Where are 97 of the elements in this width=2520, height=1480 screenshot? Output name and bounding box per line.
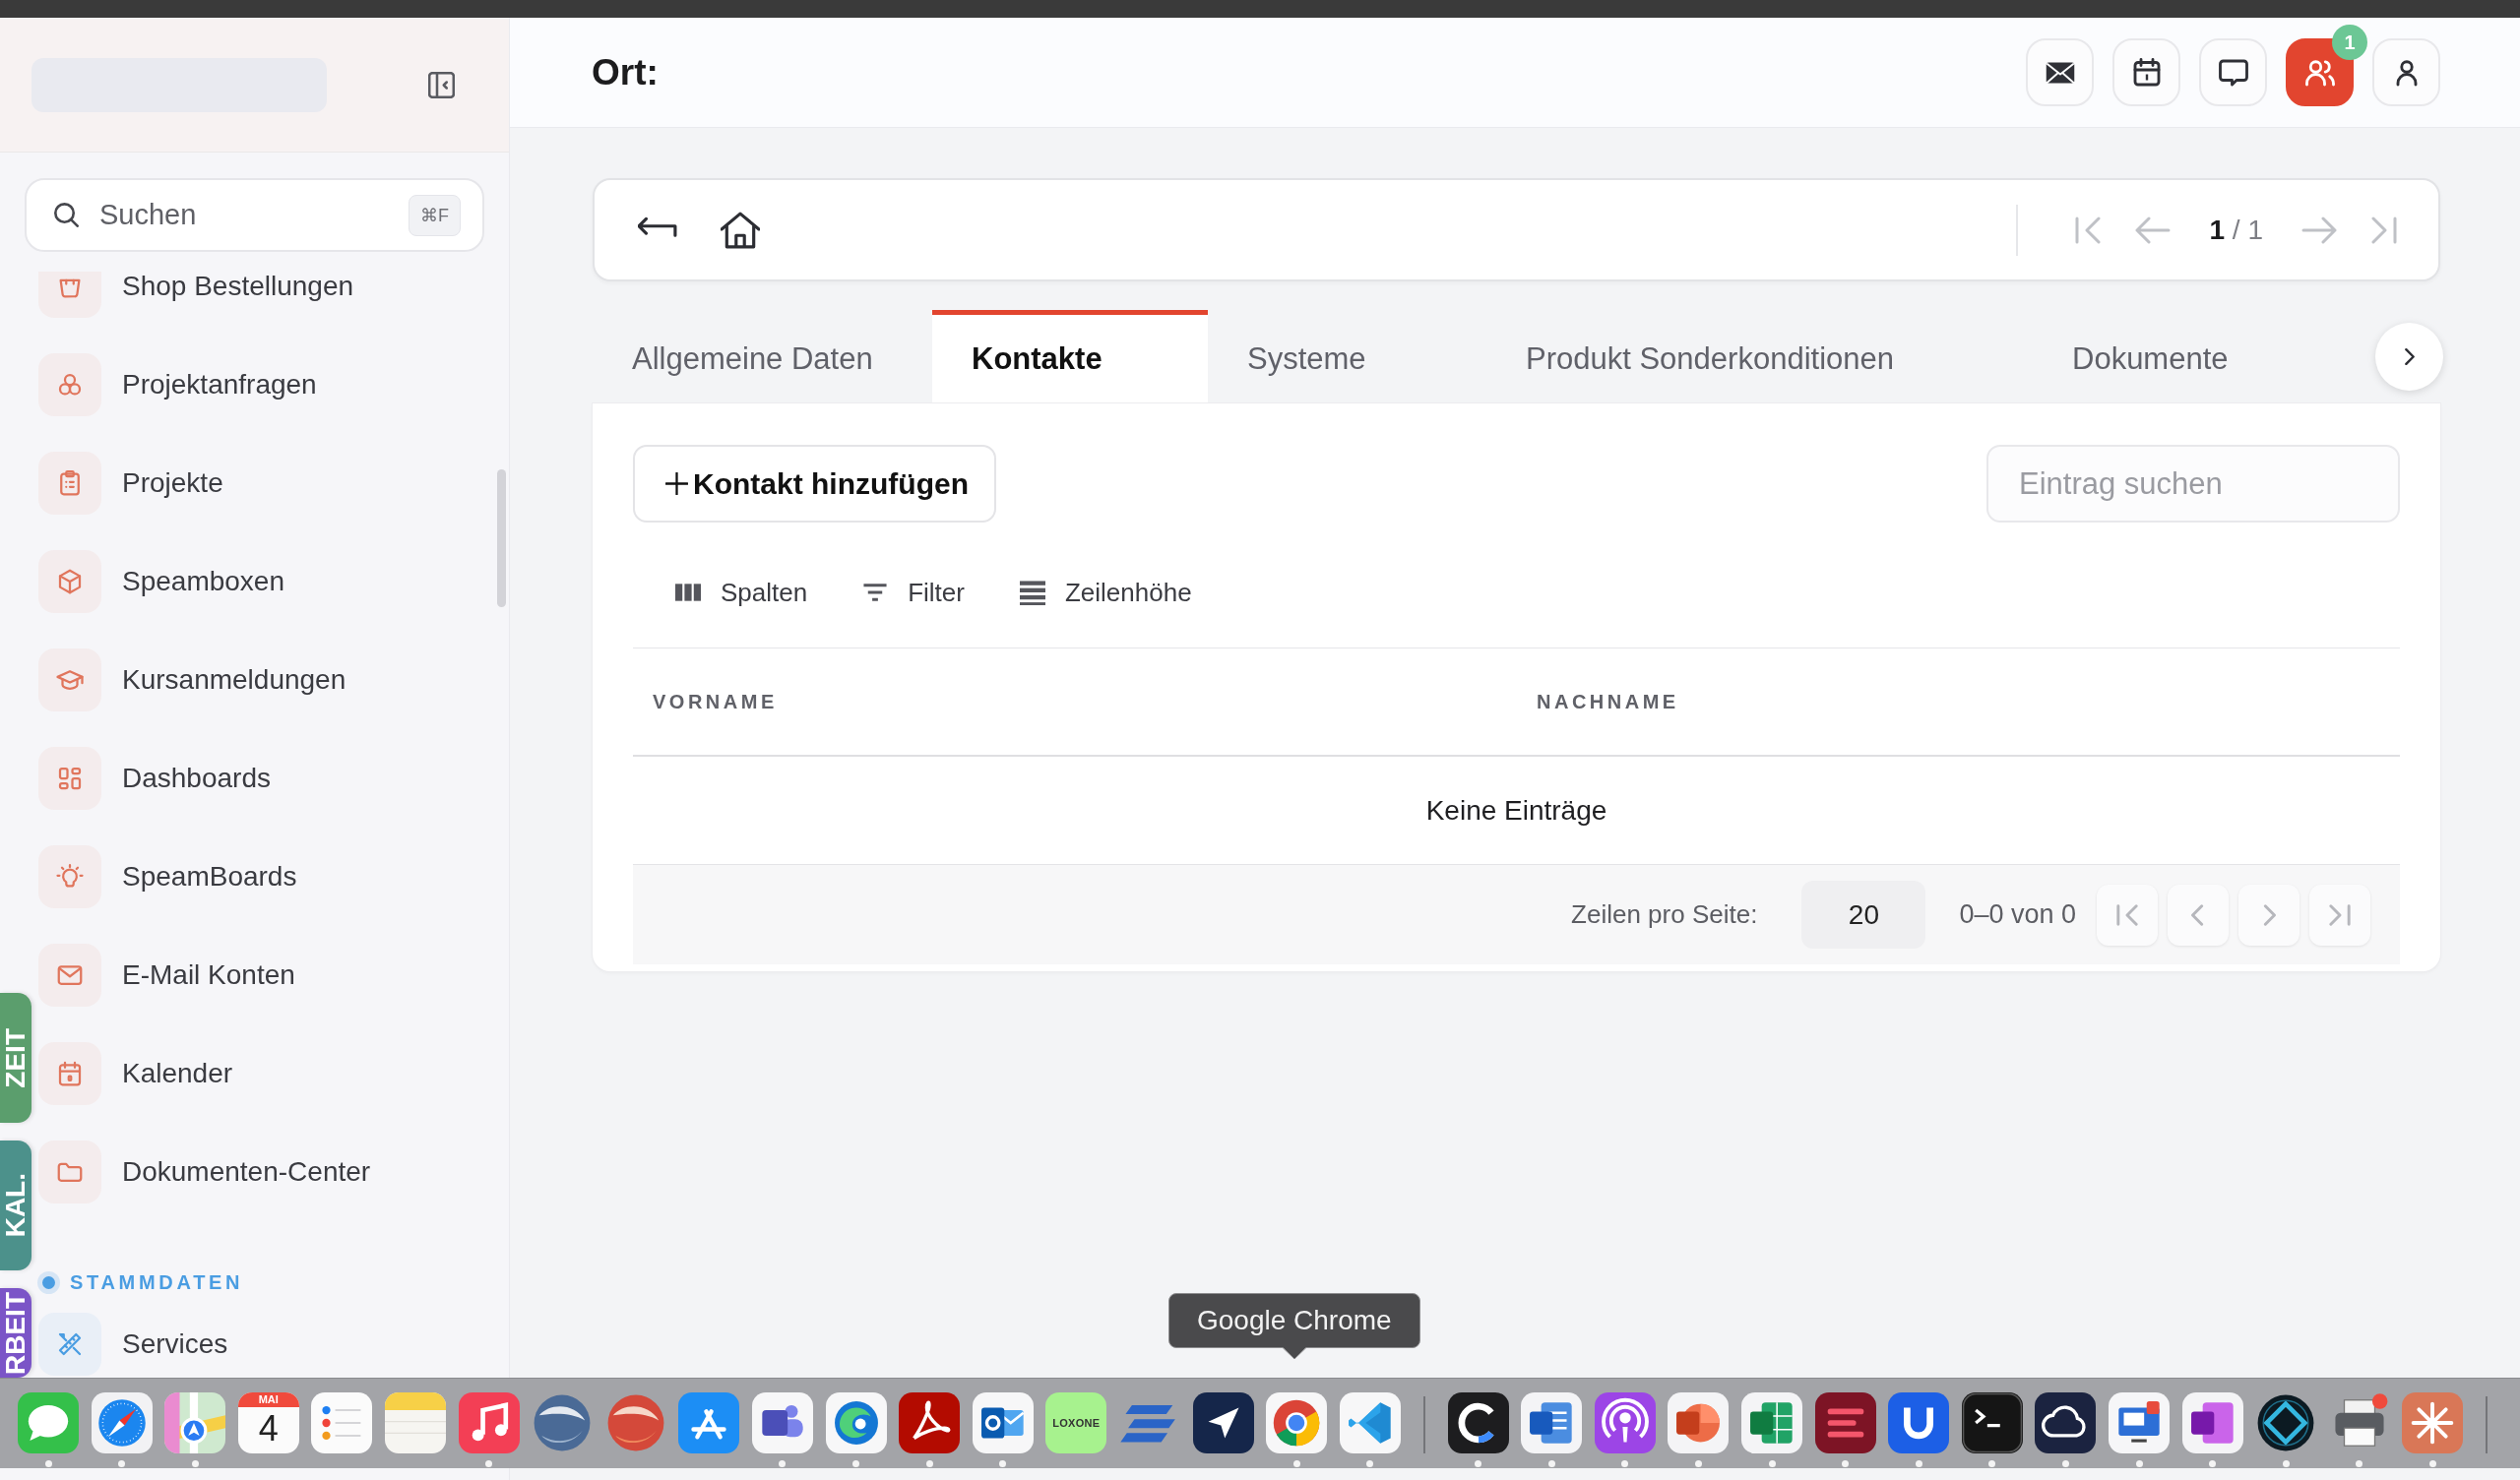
two-people-icon — [2304, 57, 2335, 88]
calendar-icon — [2131, 57, 2162, 88]
bars-icon[interactable] — [1814, 1392, 1876, 1453]
ring-arc-icon[interactable] — [1447, 1392, 1509, 1453]
light-bulb-icon — [38, 845, 101, 908]
graduation-cap-icon — [38, 648, 101, 711]
tab[interactable]: Systeme — [1208, 310, 1486, 403]
overlapping-squares-icon[interactable] — [2181, 1392, 2243, 1453]
nav-item[interactable]: Projektanfragen — [35, 353, 509, 416]
empty-message: Keine Einträge — [1425, 794, 1607, 827]
pie-tile-icon[interactable] — [1668, 1392, 1730, 1453]
scrollbar-thumb[interactable] — [497, 469, 506, 607]
side-tab[interactable]: KAL. — [0, 1141, 32, 1270]
nav-item[interactable]: Kursanmeldungen — [35, 648, 509, 711]
add-contact-button[interactable]: Kontakt hinzufügen — [633, 445, 996, 523]
notification-badge: 1 — [2332, 25, 2367, 60]
arrow-right-icon — [2301, 216, 2337, 244]
page-indicator: 1 / 1 — [2209, 214, 2263, 246]
home-button[interactable] — [721, 210, 760, 250]
document-tile-icon[interactable] — [1521, 1392, 1583, 1453]
triangle-lines-icon[interactable] — [678, 1392, 740, 1453]
envelope-tile-icon[interactable] — [972, 1392, 1034, 1453]
tooltip-pointer-icon — [1282, 1347, 1306, 1359]
search-field[interactable]: Eintrag suchen — [1986, 445, 2400, 523]
checklist-icon[interactable] — [311, 1392, 373, 1453]
tab[interactable]: Kontakte — [932, 310, 1208, 403]
clipboard-icon — [38, 452, 101, 515]
color-ring-icon[interactable] — [1266, 1392, 1328, 1453]
swirl-icon[interactable] — [825, 1392, 887, 1453]
mail-button[interactable] — [2026, 38, 2094, 106]
nav-item[interactable]: Kalender — [35, 1042, 509, 1105]
swoosh-icon[interactable] — [899, 1392, 961, 1453]
row-height-button[interactable]: Zeilenhöhe — [1005, 567, 1206, 618]
basket-icon — [38, 272, 101, 318]
nav-item[interactable]: SpeamBoards — [35, 845, 509, 908]
arrow-left-icon — [2134, 216, 2171, 244]
rows-per-page-label: Zeilen pro Seite: — [1571, 899, 1758, 930]
calendar-icon[interactable]: MAI 4 — [237, 1392, 299, 1453]
nav-item[interactable]: Shop Bestellungen — [35, 272, 509, 318]
chat-bubble-icon[interactable] — [18, 1392, 79, 1453]
u-shape-icon[interactable] — [1888, 1392, 1950, 1453]
shortcut-hint: ⌘F — [409, 194, 461, 236]
house-icon — [721, 210, 760, 250]
nav-item[interactable]: Projekte — [35, 452, 509, 515]
nav-item[interactable]: E-Mail Konten — [35, 944, 509, 1007]
speech-bubble-icon — [2218, 57, 2248, 88]
grid-tile-icon[interactable] — [1741, 1392, 1803, 1453]
folder-icon — [38, 1141, 101, 1203]
music-note-icon[interactable] — [458, 1392, 520, 1453]
first-page-icon — [2116, 903, 2138, 926]
search-bar[interactable]: Suchen ⌘F — [25, 178, 484, 252]
calendar-day: 4 — [258, 1407, 279, 1450]
compass-icon[interactable] — [91, 1392, 153, 1453]
calendar-button[interactable] — [2112, 38, 2180, 106]
monitor-icon[interactable] — [2109, 1392, 2170, 1453]
cube-icon — [38, 550, 101, 613]
ribbon-icon[interactable] — [1339, 1392, 1401, 1453]
sidebar-toggle-icon[interactable] — [428, 71, 455, 98]
side-tab[interactable]: RBEIT — [0, 1288, 32, 1378]
calendar-icon — [38, 1042, 101, 1105]
wordmark-tile[interactable]: LOXONE — [1045, 1392, 1107, 1453]
tooltip: Google Chrome — [1168, 1293, 1420, 1348]
nav-item[interactable]: Services — [35, 1313, 509, 1376]
last-page-icon — [2329, 903, 2351, 926]
filter-button[interactable]: Filter — [849, 567, 978, 618]
search-icon — [54, 203, 79, 227]
people-tile-icon[interactable] — [751, 1392, 813, 1453]
search-field[interactable]: Suchen — [99, 199, 388, 231]
nav-item[interactable]: Speamboxen — [35, 550, 509, 613]
three-circles-icon — [38, 353, 101, 416]
tab[interactable]: Allgemeine Daten — [593, 310, 932, 403]
podcast-icon[interactable] — [1594, 1392, 1656, 1453]
profile-button[interactable] — [2372, 38, 2440, 106]
plus-icon — [665, 472, 688, 495]
rows-per-page-select[interactable]: 20 — [1801, 881, 1926, 949]
calendar-month: MAI — [237, 1392, 299, 1407]
column-header: NACHNAME — [1536, 690, 1679, 713]
chevron-right-icon — [2404, 348, 2415, 365]
terminal-icon[interactable] — [1961, 1392, 2023, 1453]
page-title: Ort: — [592, 51, 659, 93]
columns-button[interactable]: Spalten — [662, 567, 822, 618]
asterisk-icon[interactable] — [2402, 1392, 2464, 1453]
nav-item[interactable]: Dashboards — [35, 747, 509, 810]
dashboard-icon — [38, 747, 101, 810]
column-header: VORNAME — [652, 690, 778, 713]
ruler-pencil-icon — [38, 1313, 101, 1376]
map-icon[interactable] — [164, 1392, 226, 1453]
cloud-icon[interactable] — [2035, 1392, 2097, 1453]
nav-item[interactable]: Dokumenten-Center — [35, 1141, 509, 1203]
paper-plane-icon[interactable] — [1192, 1392, 1254, 1453]
envelope-icon — [38, 944, 101, 1007]
section-title: STAMMDATEN — [70, 1270, 244, 1294]
page-range-text: 0–0 von 0 — [1959, 899, 2076, 930]
tab[interactable]: Dokumente — [2033, 310, 2229, 403]
tab[interactable]: Produkt Sonderkonditionen — [1486, 310, 2033, 403]
row-lines-icon — [1019, 580, 1045, 605]
chat-button[interactable] — [2199, 38, 2267, 106]
